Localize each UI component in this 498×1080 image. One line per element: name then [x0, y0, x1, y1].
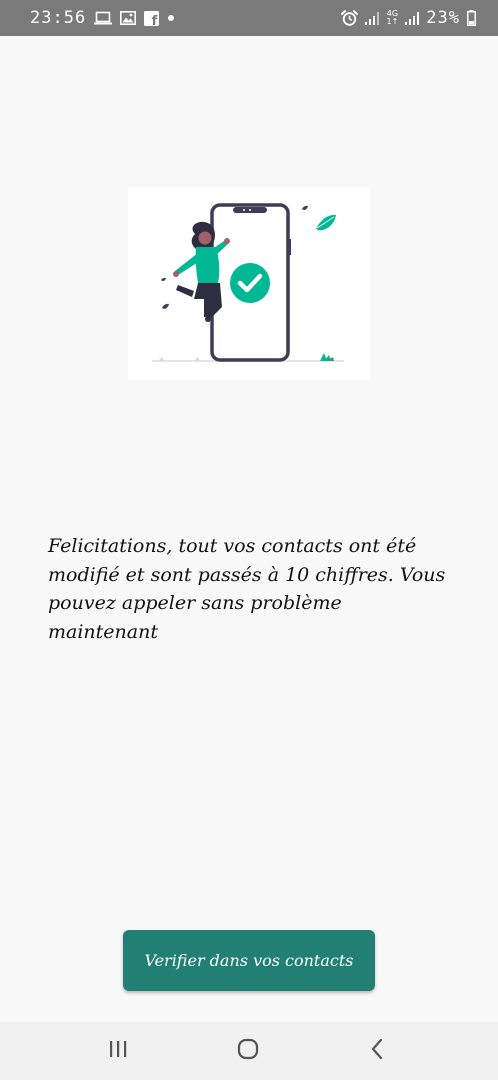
image-icon: [120, 11, 137, 25]
back-icon: [370, 1038, 384, 1064]
verify-contacts-button[interactable]: Verifier dans vos contacts: [123, 930, 375, 991]
battery-percent: 23%: [426, 8, 460, 28]
alarm-icon: [341, 10, 359, 26]
recent-apps-icon: [108, 1039, 128, 1063]
home-icon: [237, 1038, 259, 1064]
network-sub: 1↑: [386, 17, 399, 26]
home-button[interactable]: [208, 1022, 288, 1080]
status-time: 23:56: [30, 8, 87, 28]
success-message: Felicitations, tout vos contacts ont été…: [48, 535, 446, 643]
status-right: 4G 1↑ 23%: [341, 8, 476, 28]
plant-icon: [320, 353, 334, 361]
screen: 23:56 f 4G 1↑ 23% Felicitations, tout vo…: [0, 0, 498, 1080]
phone-success-illustration: [128, 187, 370, 380]
facebook-letter: f: [152, 14, 158, 26]
check-circle-icon: [230, 263, 270, 303]
leaf-icon: [316, 214, 336, 231]
laptop-icon: [94, 11, 113, 25]
status-left: 23:56 f: [30, 8, 175, 28]
facebook-icon: f: [144, 10, 160, 26]
network-4g-icon: 4G 1↑: [386, 10, 398, 26]
back-button[interactable]: [337, 1022, 417, 1080]
status-bar: 23:56 f 4G 1↑ 23%: [0, 0, 498, 36]
signal-icon-2: [405, 11, 420, 25]
recent-apps-button[interactable]: [78, 1022, 158, 1080]
battery-icon: [467, 10, 476, 26]
signal-icon: [365, 11, 380, 25]
dot-icon: [167, 14, 175, 22]
navigation-bar: [0, 1022, 498, 1080]
